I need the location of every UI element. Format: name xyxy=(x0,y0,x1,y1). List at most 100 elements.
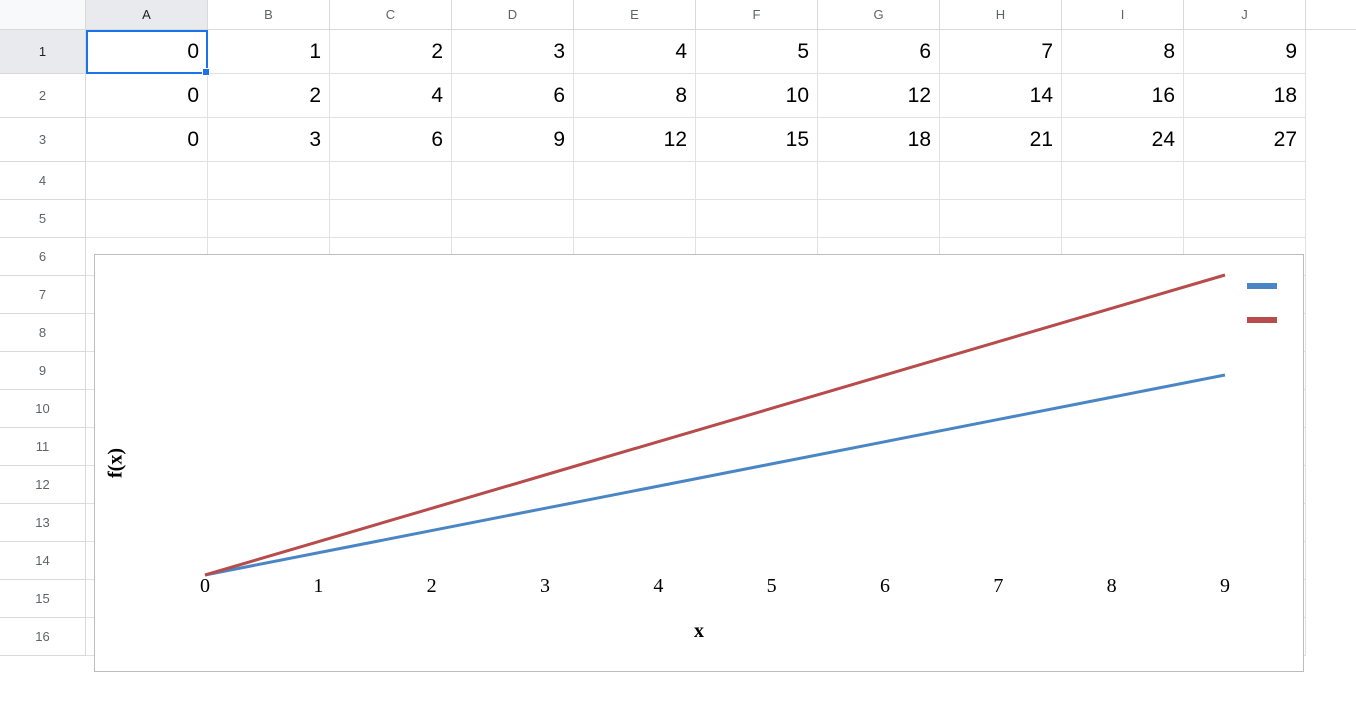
cell-A3[interactable]: 0 xyxy=(86,118,208,162)
col-header-B[interactable]: B xyxy=(208,0,330,30)
cell-J1[interactable]: 9 xyxy=(1184,30,1306,74)
cell-J3[interactable]: 27 xyxy=(1184,118,1306,162)
cell-D3[interactable]: 9 xyxy=(452,118,574,162)
cell-E1[interactable]: 4 xyxy=(574,30,696,74)
cell-D4[interactable] xyxy=(452,162,574,200)
cell-A5[interactable] xyxy=(86,200,208,238)
cell-F5[interactable] xyxy=(696,200,818,238)
cell-I3[interactable]: 24 xyxy=(1062,118,1184,162)
cell-B3[interactable]: 3 xyxy=(208,118,330,162)
row-header-8[interactable]: 8 xyxy=(0,314,86,352)
x-tick-0: 0 xyxy=(200,575,210,598)
cell-B2[interactable]: 2 xyxy=(208,74,330,118)
col-header-F[interactable]: F xyxy=(696,0,818,30)
cell-J5[interactable] xyxy=(1184,200,1306,238)
grid-row-3: 0369121518212427 xyxy=(86,118,1306,162)
row-header-6[interactable]: 6 xyxy=(0,238,86,276)
row-header-4[interactable]: 4 xyxy=(0,162,86,200)
x-tick-8: 8 xyxy=(1107,575,1117,598)
cell-B4[interactable] xyxy=(208,162,330,200)
cell-D5[interactable] xyxy=(452,200,574,238)
cell-J4[interactable] xyxy=(1184,162,1306,200)
col-header-D[interactable]: D xyxy=(452,0,574,30)
x-tick-2: 2 xyxy=(427,575,437,598)
row-header-5[interactable]: 5 xyxy=(0,200,86,238)
cell-F4[interactable] xyxy=(696,162,818,200)
row-header-3[interactable]: 3 xyxy=(0,118,86,162)
cell-H3[interactable]: 21 xyxy=(940,118,1062,162)
x-tick-labels: 0123456789 xyxy=(205,575,1225,605)
cell-H5[interactable] xyxy=(940,200,1062,238)
legend xyxy=(1247,283,1277,323)
cell-E5[interactable] xyxy=(574,200,696,238)
col-header-J[interactable]: J xyxy=(1184,0,1306,30)
cell-C2[interactable]: 4 xyxy=(330,74,452,118)
cell-I1[interactable]: 8 xyxy=(1062,30,1184,74)
select-all-corner[interactable] xyxy=(0,0,86,30)
cell-C3[interactable]: 6 xyxy=(330,118,452,162)
cell-G5[interactable] xyxy=(818,200,940,238)
chart-series-1 xyxy=(205,275,1225,575)
chart-svg xyxy=(205,275,1225,575)
row-header-13[interactable]: 13 xyxy=(0,504,86,542)
grid-row-2: 024681012141618 xyxy=(86,74,1306,118)
x-tick-9: 9 xyxy=(1220,575,1230,598)
cell-E3[interactable]: 12 xyxy=(574,118,696,162)
row-header-12[interactable]: 12 xyxy=(0,466,86,504)
row-header-11[interactable]: 11 xyxy=(0,428,86,466)
row-header-16[interactable]: 16 xyxy=(0,618,86,656)
cell-E4[interactable] xyxy=(574,162,696,200)
chart-plot-area xyxy=(205,275,1225,575)
cell-F2[interactable]: 10 xyxy=(696,74,818,118)
cell-D1[interactable]: 3 xyxy=(452,30,574,74)
cell-C5[interactable] xyxy=(330,200,452,238)
row-header-2[interactable]: 2 xyxy=(0,74,86,118)
row-header-14[interactable]: 14 xyxy=(0,542,86,580)
cell-H4[interactable] xyxy=(940,162,1062,200)
cell-H1[interactable]: 7 xyxy=(940,30,1062,74)
cell-D2[interactable]: 6 xyxy=(452,74,574,118)
cell-I4[interactable] xyxy=(1062,162,1184,200)
cell-A2[interactable]: 0 xyxy=(86,74,208,118)
cell-B5[interactable] xyxy=(208,200,330,238)
col-header-I[interactable]: I xyxy=(1062,0,1184,30)
spreadsheet: ABCDEFGHIJ 12345678910111213141516 01234… xyxy=(0,0,1356,708)
row-header-1[interactable]: 1 xyxy=(0,30,86,74)
cell-G4[interactable] xyxy=(818,162,940,200)
cell-I5[interactable] xyxy=(1062,200,1184,238)
cell-C1[interactable]: 2 xyxy=(330,30,452,74)
chart[interactable]: f(x) 0123456789 x xyxy=(94,254,1304,672)
grid-row-1: 0123456789 xyxy=(86,30,1306,74)
cell-C4[interactable] xyxy=(330,162,452,200)
col-header-tail xyxy=(1306,0,1356,30)
column-headers: ABCDEFGHIJ xyxy=(0,0,1356,30)
cell-B1[interactable]: 1 xyxy=(208,30,330,74)
row-header-15[interactable]: 15 xyxy=(0,580,86,618)
cell-H2[interactable]: 14 xyxy=(940,74,1062,118)
cell-A1[interactable]: 0 xyxy=(86,30,208,74)
cell-I2[interactable]: 16 xyxy=(1062,74,1184,118)
cell-J2[interactable]: 18 xyxy=(1184,74,1306,118)
col-header-A[interactable]: A xyxy=(86,0,208,30)
cell-A4[interactable] xyxy=(86,162,208,200)
row-header-7[interactable]: 7 xyxy=(0,276,86,314)
col-header-H[interactable]: H xyxy=(940,0,1062,30)
legend-swatch-0 xyxy=(1247,283,1277,289)
col-header-G[interactable]: G xyxy=(818,0,940,30)
col-header-C[interactable]: C xyxy=(330,0,452,30)
cell-G1[interactable]: 6 xyxy=(818,30,940,74)
cell-E2[interactable]: 8 xyxy=(574,74,696,118)
row-header-10[interactable]: 10 xyxy=(0,390,86,428)
col-header-E[interactable]: E xyxy=(574,0,696,30)
cell-G2[interactable]: 12 xyxy=(818,74,940,118)
row-header-9[interactable]: 9 xyxy=(0,352,86,390)
x-tick-1: 1 xyxy=(313,575,323,598)
legend-swatch-1 xyxy=(1247,317,1277,323)
cell-F1[interactable]: 5 xyxy=(696,30,818,74)
x-tick-6: 6 xyxy=(880,575,890,598)
grid-row-4 xyxy=(86,162,1306,200)
x-tick-7: 7 xyxy=(993,575,1003,598)
cell-F3[interactable]: 15 xyxy=(696,118,818,162)
chart-inner: f(x) 0123456789 x xyxy=(95,255,1303,671)
cell-G3[interactable]: 18 xyxy=(818,118,940,162)
